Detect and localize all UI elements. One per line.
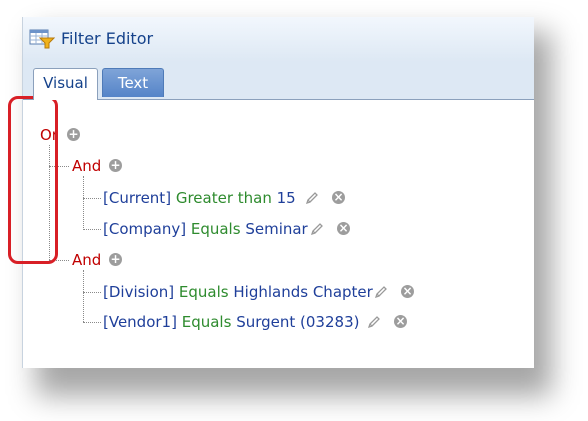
condition-row: [Vendor1] Equals Surgent (03283) (103, 312, 359, 332)
condition-operator[interactable]: Equals (191, 220, 241, 238)
edit-pencil-icon[interactable] (309, 221, 325, 237)
tree-connector (83, 322, 101, 323)
remove-icon[interactable]: × (394, 315, 407, 328)
condition-operator[interactable]: Equals (179, 283, 229, 301)
condition-value[interactable]: Seminar (245, 220, 307, 238)
edit-pencil-icon[interactable] (366, 314, 382, 330)
condition-value[interactable]: Surgent (03283) (236, 313, 359, 331)
condition-row: [Division] Equals Highlands Chapter (103, 282, 373, 302)
group-node: And (72, 156, 101, 176)
add-icon[interactable]: + (109, 253, 122, 266)
filter-tree: Or + And + [Current] Greater than 15 × [… (23, 100, 534, 368)
condition-operator[interactable]: Equals (182, 313, 232, 331)
add-icon[interactable]: + (67, 128, 80, 141)
tree-connector (49, 166, 69, 167)
tree-connector (83, 176, 84, 228)
root-group-label[interactable]: Or (40, 126, 58, 144)
group-node: And (72, 250, 101, 270)
tab-visual[interactable]: Visual (33, 68, 98, 100)
group-label[interactable]: And (72, 251, 101, 269)
filter-editor-window: Filter Editor Visual Text Or + And + [Cu… (22, 17, 534, 368)
condition-field[interactable]: [Current] (103, 189, 171, 207)
tree-connector (83, 292, 101, 293)
remove-icon[interactable]: × (332, 191, 345, 204)
edit-pencil-icon[interactable] (373, 284, 389, 300)
condition-operator[interactable]: Greater than (176, 189, 272, 207)
tree-connector (83, 270, 84, 322)
edit-pencil-icon[interactable] (304, 190, 320, 206)
tree-connector (83, 198, 101, 199)
filter-editor-icon (29, 29, 55, 49)
group-label[interactable]: And (72, 157, 101, 175)
tree-connector (49, 145, 50, 260)
tree-connector (83, 229, 101, 230)
condition-value[interactable]: Highlands Chapter (233, 283, 372, 301)
title-bar: Filter Editor (23, 17, 534, 62)
condition-value[interactable]: 15 (277, 189, 296, 207)
tab-strip: Visual Text (23, 62, 534, 100)
screenshot-stage: Filter Editor Visual Text Or + And + [Cu… (0, 0, 588, 421)
root-group-node: Or (40, 125, 58, 145)
condition-row: [Company] Equals Seminar (103, 219, 308, 239)
condition-field[interactable]: [Vendor1] (103, 313, 177, 331)
add-icon[interactable]: + (109, 159, 122, 172)
remove-icon[interactable]: × (401, 285, 414, 298)
tree-connector (49, 260, 69, 261)
window-title: Filter Editor (61, 29, 154, 48)
condition-field[interactable]: [Company] (103, 220, 186, 238)
remove-icon[interactable]: × (337, 222, 350, 235)
condition-field[interactable]: [Division] (103, 283, 174, 301)
condition-row: [Current] Greater than 15 (103, 188, 296, 208)
tab-text[interactable]: Text (102, 68, 164, 97)
